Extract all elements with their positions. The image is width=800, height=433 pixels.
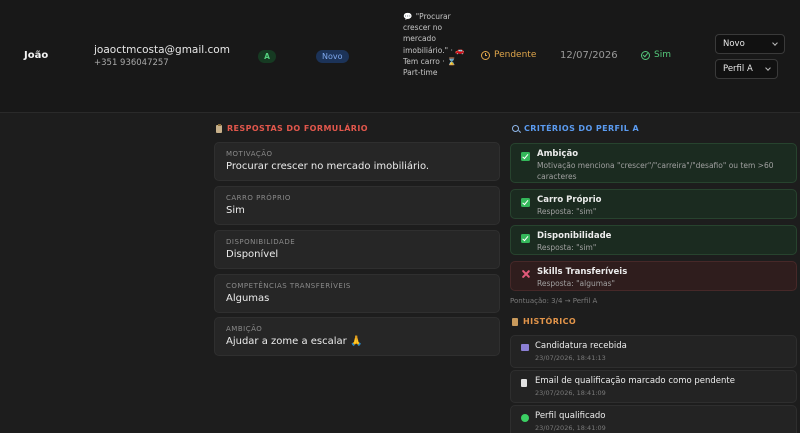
candidate-summary: 💬 "Procurar crescer no mercado imobiliár…: [403, 11, 467, 78]
field-label: DISPONIBILIDADE: [226, 238, 296, 246]
field-value: Procurar crescer no mercado imobiliário.: [226, 161, 430, 172]
field-value: Ajudar a zome a escalar 🙏: [226, 336, 363, 347]
criterion-detail: Resposta: "sim": [537, 207, 597, 216]
status-badge: Novo: [316, 50, 349, 63]
chevron-down-icon: [772, 40, 778, 46]
field-value: Disponível: [226, 249, 279, 260]
candidate-name: João: [24, 50, 49, 61]
form-section-label: RESPOSTAS DO FORMULÁRIO: [227, 124, 368, 133]
criterion-title: Carro Próprio: [537, 195, 602, 205]
check-circle-icon: [641, 50, 650, 60]
criterion-title: Ambição: [537, 149, 579, 159]
criteria-section-title: CRITÉRIOS DO PERFIL A: [512, 124, 639, 133]
history-date: 23/07/2026, 18:41:09: [535, 389, 606, 397]
criterion-detail: Resposta: "sim": [537, 243, 597, 252]
criterion-car: Carro Próprio Resposta: "sim": [510, 189, 797, 219]
criterion-detail: Motivação menciona "crescer"/"carreira"/…: [537, 161, 774, 181]
history-title: Candidatura recebida: [535, 341, 627, 351]
speech-bubble-icon: 💬: [403, 12, 413, 21]
inbox-icon: [521, 344, 529, 351]
checkbox-checked-icon: [521, 152, 530, 161]
summary-separator: ·: [442, 56, 445, 66]
profile-select-value: Perfil A: [723, 64, 753, 74]
criterion-ambition: Ambição Motivação menciona "crescer"/"ca…: [510, 143, 797, 183]
history-date: 23/07/2026, 18:41:13: [535, 354, 606, 362]
field-value: Algumas: [226, 293, 270, 304]
field-label: AMBIÇÃO: [226, 325, 263, 333]
history-title: Perfil qualificado: [535, 411, 606, 421]
form-field-skills: COMPETÊNCIAS TRANSFERÍVEIS Algumas: [214, 274, 500, 313]
clipboard-icon: [216, 123, 222, 133]
field-label: CARRO PRÓPRIO: [226, 194, 291, 202]
field-value: Sim: [226, 205, 245, 216]
application-date: 12/07/2026: [560, 50, 618, 61]
candidate-phone: +351 936047257: [94, 58, 169, 68]
candidate-row[interactable]: João joaoctmcosta@gmail.com +351 9360472…: [0, 0, 800, 113]
qualification-label: Pendente: [494, 50, 537, 60]
confirmed-label: Sim: [654, 50, 671, 60]
criterion-detail: Resposta: "algumas": [537, 279, 616, 288]
form-field-availability: DISPONIBILIDADE Disponível: [214, 230, 500, 269]
history-title: Email de qualificação marcado como pende…: [535, 376, 735, 386]
document-icon: [521, 379, 527, 387]
history-date: 23/07/2026, 18:41:09: [535, 424, 606, 432]
field-label: MOTIVAÇÃO: [226, 150, 273, 158]
candidate-email: joaoctmcosta@gmail.com: [94, 44, 230, 56]
history-section-label: HISTÓRICO: [523, 317, 577, 326]
criterion-skills: Skills Transferíveis Resposta: "algumas": [510, 261, 797, 291]
green-dot-icon: [521, 414, 529, 422]
summary-car: Tem carro: [403, 56, 440, 66]
history-item: Email de qualificação marcado como pende…: [510, 370, 797, 403]
chevron-down-icon: [765, 65, 771, 71]
form-section-title: RESPOSTAS DO FORMULÁRIO: [216, 123, 368, 133]
checkbox-checked-icon: [521, 234, 530, 243]
criterion-availability: Disponibilidade Resposta: "sim": [510, 225, 797, 255]
car-icon: 🚗: [455, 45, 465, 55]
form-field-ambition: AMBIÇÃO Ajudar a zome a escalar 🙏: [214, 317, 500, 356]
magnifier-icon: [512, 125, 519, 132]
criteria-section-label: CRITÉRIOS DO PERFIL A: [524, 124, 640, 133]
confirmed-status: Sim: [641, 50, 671, 60]
profile-select[interactable]: Perfil A: [715, 59, 778, 79]
hourglass-icon: ⌛: [446, 56, 457, 66]
field-label: COMPETÊNCIAS TRANSFERÍVEIS: [226, 282, 351, 290]
history-item: Candidatura recebida 23/07/2026, 18:41:1…: [510, 335, 797, 368]
form-field-motivation: MOTIVAÇÃO Procurar crescer no mercado im…: [214, 142, 500, 181]
summary-availability: Part-time: [403, 68, 438, 78]
history-section-title: HISTÓRICO: [512, 317, 576, 326]
clock-icon: [481, 50, 490, 60]
cross-icon: [521, 269, 531, 279]
criterion-title: Disponibilidade: [537, 231, 612, 241]
history-item: Perfil qualificado 23/07/2026, 18:41:09: [510, 405, 797, 433]
status-select-value: Novo: [723, 39, 745, 49]
criteria-score: Pontuação: 3/4 → Perfil A: [510, 297, 598, 305]
status-select[interactable]: Novo: [715, 34, 785, 54]
scroll-icon: [512, 317, 518, 326]
checkbox-checked-icon: [521, 198, 530, 207]
qualification-status: Pendente: [481, 50, 536, 60]
criterion-title: Skills Transferíveis: [537, 267, 628, 277]
summary-separator: ·: [450, 45, 453, 55]
profile-badge: A: [258, 50, 276, 63]
form-field-car: CARRO PRÓPRIO Sim: [214, 186, 500, 225]
